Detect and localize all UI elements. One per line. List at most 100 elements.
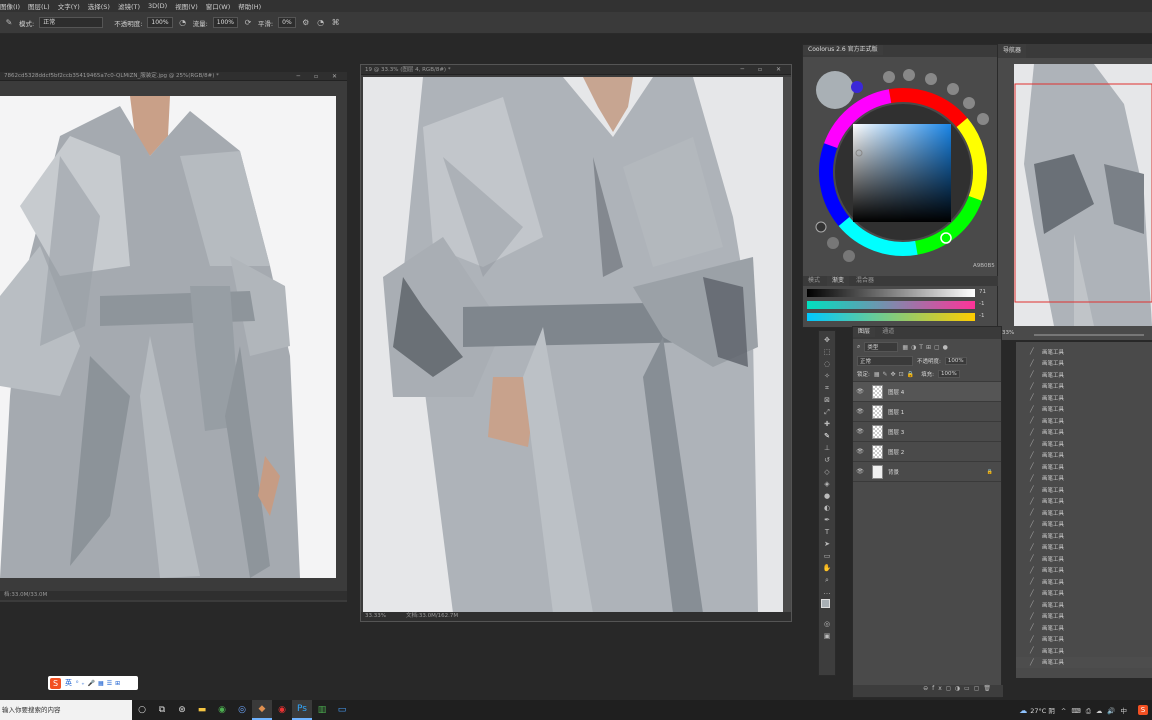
document-title-bar[interactable]: 19 @ 33.3% (图层 4, RGB/8#) * ─ ▫ ✕ — [361, 65, 791, 75]
menu-item[interactable]: 选择(S) — [88, 1, 110, 11]
zoom-level[interactable]: 33.33% — [365, 612, 386, 621]
layer-row[interactable]: 👁 图层 1 — [853, 402, 1001, 422]
history-step[interactable]: ╱ 画笔工具 — [1016, 599, 1152, 611]
menu-item[interactable]: 窗口(W) — [206, 1, 231, 11]
app-blue-icon[interactable]: ▭ — [332, 700, 352, 720]
menu-item[interactable]: 图层(L) — [28, 1, 50, 11]
window-controls[interactable]: ─ ▫ ✕ — [740, 65, 787, 74]
netease-music-icon[interactable]: ◉ — [272, 700, 292, 720]
app-icon[interactable]: ◎ — [232, 700, 252, 720]
history-step[interactable]: ╱ 画笔工具 — [1016, 634, 1152, 646]
pen-tool-icon[interactable]: ✒ — [822, 515, 832, 525]
history-step[interactable]: ╱ 画笔工具 — [1016, 565, 1152, 577]
brush-tool-icon[interactable]: ✎ — [822, 431, 832, 441]
tray-icons[interactable]: ^⌨⎙☁🔊中 — [1061, 705, 1132, 716]
taskbar-search-box[interactable]: 输入你要搜索的内容 — [0, 700, 132, 720]
visibility-eye-icon[interactable]: 👁 — [853, 468, 867, 475]
path-select-tool-icon[interactable]: ➤ — [822, 539, 832, 549]
history-step[interactable]: ╱ 画笔工具 — [1016, 576, 1152, 588]
app-green-icon[interactable]: ▥ — [312, 700, 332, 720]
fill-field[interactable]: 100% — [937, 370, 960, 378]
history-step[interactable]: ╱ 画笔工具 — [1016, 645, 1152, 657]
screen-mode-icon[interactable]: ▣ — [822, 631, 832, 641]
ime-icons[interactable]: ⁰₊🎤▦☰⊞ — [76, 680, 123, 687]
airbrush-icon[interactable]: ⟳ — [243, 18, 253, 28]
visibility-eye-icon[interactable]: 👁 — [853, 388, 867, 395]
app-active-icon[interactable]: ◆ — [252, 700, 272, 720]
ime-language[interactable]: 英 — [65, 678, 72, 688]
history-step[interactable]: ╱ 画笔工具 — [1016, 427, 1152, 439]
color-wheel[interactable] — [803, 57, 999, 287]
history-brush-tool-icon[interactable]: ↺ — [822, 455, 832, 465]
navigator-preview[interactable] — [1014, 64, 1152, 326]
history-step[interactable]: ╱ 画笔工具 — [1016, 346, 1152, 358]
blur-tool-icon[interactable]: ● — [822, 491, 832, 501]
layer-opacity-field[interactable]: 100% — [944, 357, 967, 365]
shape-tool-icon[interactable]: ▭ — [822, 551, 832, 561]
crop-tool-icon[interactable]: ⌗ — [822, 383, 832, 393]
chrome-icon[interactable]: ◉ — [212, 700, 232, 720]
history-step[interactable]: ╱ 画笔工具 — [1016, 507, 1152, 519]
navigator-zoom-slider[interactable] — [1034, 334, 1144, 336]
history-step[interactable]: ╱ 画笔工具 — [1016, 473, 1152, 485]
tab-navigator[interactable]: 导航器 — [998, 44, 1027, 58]
history-step[interactable]: ╱ 画笔工具 — [1016, 553, 1152, 565]
healing-tool-icon[interactable]: ✚ — [822, 419, 832, 429]
file-explorer-icon[interactable]: ▬ — [192, 700, 212, 720]
more-tools-icon[interactable]: … — [822, 587, 832, 597]
hand-tool-icon[interactable]: ✋ — [822, 563, 832, 573]
document-title-bar[interactable]: 7862cd5328ddcf5bf2ccb35419465a7c0-QLMiZN… — [0, 72, 347, 81]
history-step[interactable]: ╱ 画笔工具 — [1016, 530, 1152, 542]
history-step[interactable]: ╱ 画笔工具 — [1016, 656, 1152, 668]
type-tool-icon[interactable]: T — [822, 527, 832, 537]
menu-item[interactable]: 视图(V) — [175, 1, 198, 11]
cortana-icon[interactable]: ○ — [132, 700, 152, 720]
coolorus-tab[interactable]: Coolorus 2.6 官方正式版 — [803, 45, 883, 55]
history-step[interactable]: ╱ 画笔工具 — [1016, 496, 1152, 508]
zoom-tool-icon[interactable]: ⌕ — [822, 575, 832, 585]
weather-text[interactable]: 27°C 阴 — [1030, 705, 1055, 715]
pressure-opacity-icon[interactable]: ◔ — [178, 18, 188, 28]
bucket-tool-icon[interactable]: ◈ — [822, 479, 832, 489]
quick-mask-icon[interactable]: ◎ — [822, 619, 832, 629]
history-step[interactable]: ╱ 画笔工具 — [1016, 369, 1152, 381]
pressure-size-icon[interactable]: ◔ — [316, 18, 326, 28]
marquee-tool-icon[interactable]: ⬚ — [822, 347, 832, 357]
layer-filter-select[interactable]: 类型 — [864, 342, 899, 352]
navigator-zoom[interactable]: 33% — [1002, 330, 1014, 336]
value-slider[interactable] — [807, 289, 975, 297]
tab-gradient[interactable]: 渐变 — [827, 276, 850, 286]
opacity-field[interactable]: 100% — [147, 17, 173, 28]
layer-row[interactable]: 👁 图层 2 — [853, 442, 1001, 462]
smooth-field[interactable]: 0% — [278, 17, 296, 28]
menu-item[interactable]: 帮助(H) — [238, 1, 261, 11]
sogou-tray-icon[interactable]: S — [1138, 705, 1148, 715]
hue-slider[interactable] — [807, 301, 975, 309]
history-step[interactable]: ╱ 画笔工具 — [1016, 611, 1152, 623]
tab-mixer[interactable]: 混合器 — [851, 276, 879, 286]
lock-icons[interactable]: ▦✎✥⊡🔒 — [874, 371, 917, 378]
menu-item[interactable]: 3D(D) — [148, 2, 167, 10]
stamp-tool-icon[interactable]: ⊥ — [822, 443, 832, 453]
history-step[interactable]: ╱ 画笔工具 — [1016, 461, 1152, 473]
tab-layers[interactable]: 图层 — [853, 327, 876, 337]
canvas[interactable] — [363, 77, 783, 613]
vertical-scrollbar[interactable] — [783, 77, 791, 613]
window-controls[interactable]: ─ ▫ ✕ — [296, 72, 343, 80]
ime-toolbar[interactable]: S 英 ⁰₊🎤▦☰⊞ — [48, 676, 138, 690]
settings-gear-icon[interactable]: ⚙ — [301, 18, 311, 28]
history-step[interactable]: ╱ 画笔工具 — [1016, 450, 1152, 462]
magic-wand-tool-icon[interactable]: ✧ — [822, 371, 832, 381]
eraser-tool-icon[interactable]: ◇ — [822, 467, 832, 477]
visibility-eye-icon[interactable]: 👁 — [853, 408, 867, 415]
dodge-tool-icon[interactable]: ◐ — [822, 503, 832, 513]
eyedropper-tool-icon[interactable]: ⤢ — [822, 407, 832, 417]
history-step[interactable]: ╱ 画笔工具 — [1016, 404, 1152, 416]
color-swatches[interactable] — [819, 599, 835, 617]
foreground-color-swatch[interactable] — [821, 599, 830, 608]
visibility-eye-icon[interactable]: 👁 — [853, 448, 867, 455]
flow-field[interactable]: 100% — [212, 17, 238, 28]
mode-select[interactable]: 正常 — [39, 17, 104, 28]
layer-row[interactable]: 👁 图层 3 — [853, 422, 1001, 442]
photoshop-icon[interactable]: Ps — [292, 700, 312, 720]
